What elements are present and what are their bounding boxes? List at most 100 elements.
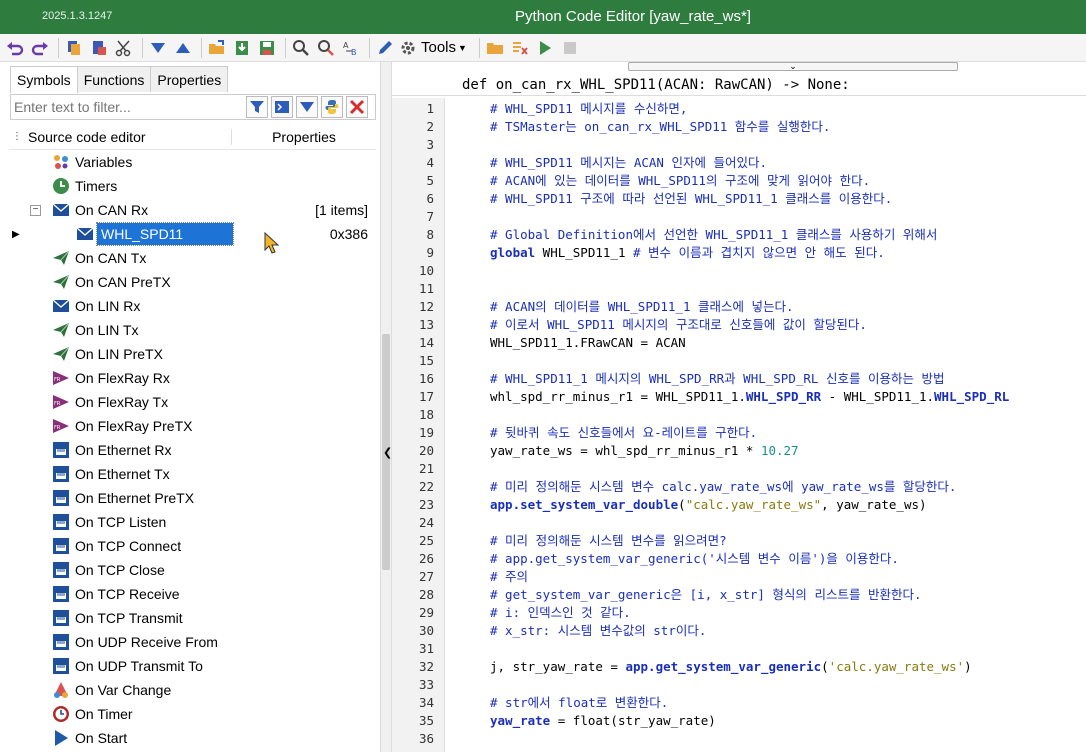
code-line[interactable]: 33 [392,676,1086,694]
open-button[interactable] [206,37,228,59]
tree-item-on-lin-tx[interactable]: On LIN Tx [10,318,376,342]
clear-button[interactable] [509,37,531,59]
run-button[interactable] [534,37,556,59]
tree-item-on-var-change[interactable]: On Var Change [10,678,376,702]
undo-button[interactable] [4,37,26,59]
column-source-code-editor[interactable]: Source code editor [10,128,232,145]
code-line[interactable]: 34 # str에서 float로 변환한다. [392,694,1086,712]
tree-item-on-timer[interactable]: On Timer [10,702,376,726]
cut-button[interactable] [113,37,135,59]
code-line[interactable]: 25 # 미리 정의해둔 시스템 변수를 읽으려면? [392,532,1086,550]
code-line[interactable]: 26 # app.get_system_var_generic('시스템 변수 이… [392,550,1086,568]
code-line[interactable]: 3 [392,136,1086,154]
code-line[interactable]: 2 # TSMaster는 on_can_rx_WHL_SPD11 함수를 실행한… [392,118,1086,136]
save-button[interactable] [256,37,278,59]
python-button[interactable] [321,96,343,118]
code-line[interactable]: 13 # 이로서 WHL_SPD11 메시지의 구조대로 신호들에 값이 할당된다… [392,316,1086,334]
tree-item-on-udp-receive-from[interactable]: On UDP Receive From [10,630,376,654]
column-properties[interactable]: Properties [232,129,376,145]
code-line[interactable]: 23 app.set_system_var_double("calc.yaw_ra… [392,496,1086,514]
tree-item-on-tcp-close[interactable]: On TCP Close [10,558,376,582]
tree-item-on-flexray-pretx[interactable]: FR On FlexRay PreTX [10,414,376,438]
tree-item-on-lin-pretx[interactable]: On LIN PreTX [10,342,376,366]
tree-item-on-can-pretx[interactable]: On CAN PreTX [10,270,376,294]
code-line[interactable]: 30 # x_str: 시스템 변수값의 str이다. [392,622,1086,640]
code-line[interactable]: 4 # WHL_SPD11 메시지는 ACAN 인자에 들어있다. [392,154,1086,172]
tree-item-on-tcp-listen[interactable]: On TCP Listen [10,510,376,534]
collapse-left-icon[interactable]: ❮ [383,446,392,459]
code-line[interactable]: 5 # ACAN에 있는 데이터를 WHL_SPD11의 구조에 맞게 읽어야 한… [392,172,1086,190]
replace-text-button[interactable]: AB [340,37,362,59]
paste-button[interactable] [88,37,110,59]
code-line[interactable]: 11 [392,280,1086,298]
code-line[interactable]: 6 # WHL_SPD11 구조에 따라 선언된 WHL_SPD11_1 클래스를… [392,190,1086,208]
tree-item-on-start[interactable]: On Start [10,726,376,750]
tree-item-timers[interactable]: Timers [10,174,376,198]
tree-item-on-tcp-connect[interactable]: On TCP Connect [10,534,376,558]
tab-symbols[interactable]: Symbols [10,66,78,93]
code-line[interactable]: 20 yaw_rate_ws = whl_spd_rr_minus_r1 * 10… [392,442,1086,460]
tree-item-on-ethernet-pretx[interactable]: On Ethernet PreTX [10,486,376,510]
terminal-button[interactable] [271,96,293,118]
stop-button[interactable] [559,37,581,59]
code-line[interactable]: 27 # 주의 [392,568,1086,586]
code-line[interactable]: 10 [392,262,1086,280]
tree-item-on-tcp-transmit[interactable]: On TCP Transmit [10,606,376,630]
tree-item-whl-spd11[interactable]: ▶ WHL_SPD11 0x386 [10,222,376,246]
move-down-button[interactable] [147,37,169,59]
tree-item-on-lin-rx[interactable]: On LIN Rx [10,294,376,318]
code-line[interactable]: 7 [392,208,1086,226]
code-token: - WHL_SPD11_1. [821,389,935,404]
code-line[interactable]: 32 j, str_yaw_rate = app.get_system_var_g… [392,658,1086,676]
code-line[interactable]: 1 # WHL_SPD11 메시지를 수신하면, [392,100,1086,118]
code-token: WHL_SPD11_1 [535,245,633,260]
filter-button[interactable] [246,96,268,118]
collapse-header-button[interactable]: ⌄ [628,62,958,71]
tree-item-on-ethernet-tx[interactable]: On Ethernet Tx [10,462,376,486]
code-line[interactable]: 14 WHL_SPD11_1.FRawCAN = ACAN [392,334,1086,352]
edit-button[interactable] [374,37,396,59]
code-line[interactable]: 31 [392,640,1086,658]
tree-item-on-flexray-rx[interactable]: FR On FlexRay Rx [10,366,376,390]
tree-item-variables[interactable]: Variables [10,150,376,174]
code-editor[interactable]: ⌄ def on_can_rx_WHL_SPD11(ACAN: RawCAN) … [392,62,1086,752]
redo-button[interactable] [29,37,51,59]
panel-splitter[interactable]: ❮ [380,62,392,752]
find-button[interactable] [290,37,312,59]
code-line[interactable]: 15 [392,352,1086,370]
tree-item-on-ethernet-rx[interactable]: On Ethernet Rx [10,438,376,462]
code-line[interactable]: 28 # get_system_var_generic은 [i, x_str] 형… [392,586,1086,604]
code-line[interactable]: 16 # WHL_SPD11_1 메시지의 WHL_SPD_RR과 WHL_SPD… [392,370,1086,388]
code-line[interactable]: 8 # Global Definition에서 선언한 WHL_SPD11_1 클… [392,226,1086,244]
folder-button[interactable] [484,37,506,59]
import-button[interactable] [231,37,253,59]
code-line[interactable]: 12 # ACAN의 데이터를 WHL_SPD11_1 클래스에 넣는다. [392,298,1086,316]
tree-item-on-udp-transmit-to[interactable]: On UDP Transmit To [10,654,376,678]
tree-item-on-can-tx[interactable]: On CAN Tx [10,246,376,270]
code-line[interactable]: 21 [392,460,1086,478]
filter-dropdown-button[interactable] [296,96,318,118]
tree-item-on-tcp-receive[interactable]: On TCP Receive [10,582,376,606]
code-line[interactable]: 29 # i: 인덱스인 것 같다. [392,604,1086,622]
code-line[interactable]: 35 yaw_rate = float(str_yaw_rate) [392,712,1086,730]
tools-menu[interactable]: Tools ▼ [399,39,467,57]
tab-functions[interactable]: Functions [76,66,152,92]
filter-input[interactable] [11,99,243,115]
code-line[interactable]: 36 [392,730,1086,748]
code-line[interactable]: 18 [392,406,1086,424]
code-line[interactable]: 24 [392,514,1086,532]
code-comment: # x_str: 시스템 변수값의 str이다. [490,623,707,638]
code-keyword: app.set_system_var_double [490,497,679,512]
clear-filter-button[interactable] [346,96,368,118]
collapse-toggle-icon[interactable]: − [30,204,41,216]
code-line[interactable]: 9 global WHL_SPD11_1 # 변수 이름과 겹치지 않으면 안 해… [392,244,1086,262]
code-line[interactable]: 17 whl_spd_rr_minus_r1 = WHL_SPD11_1.WHL_… [392,388,1086,406]
copy-button[interactable] [63,37,85,59]
move-up-button[interactable] [172,37,194,59]
code-line[interactable]: 19 # 뒷바퀴 속도 신호들에서 요-레이트를 구한다. [392,424,1086,442]
find-replace-button[interactable] [315,37,337,59]
code-line[interactable]: 22 # 미리 정의해둔 시스템 변수 calc.yaw_rate_ws에 yaw… [392,478,1086,496]
tab-properties[interactable]: Properties [150,66,229,92]
tree-item-on-can-rx[interactable]: − On CAN Rx [1 items] [10,198,376,222]
tree-item-on-flexray-tx[interactable]: FR On FlexRay Tx [10,390,376,414]
